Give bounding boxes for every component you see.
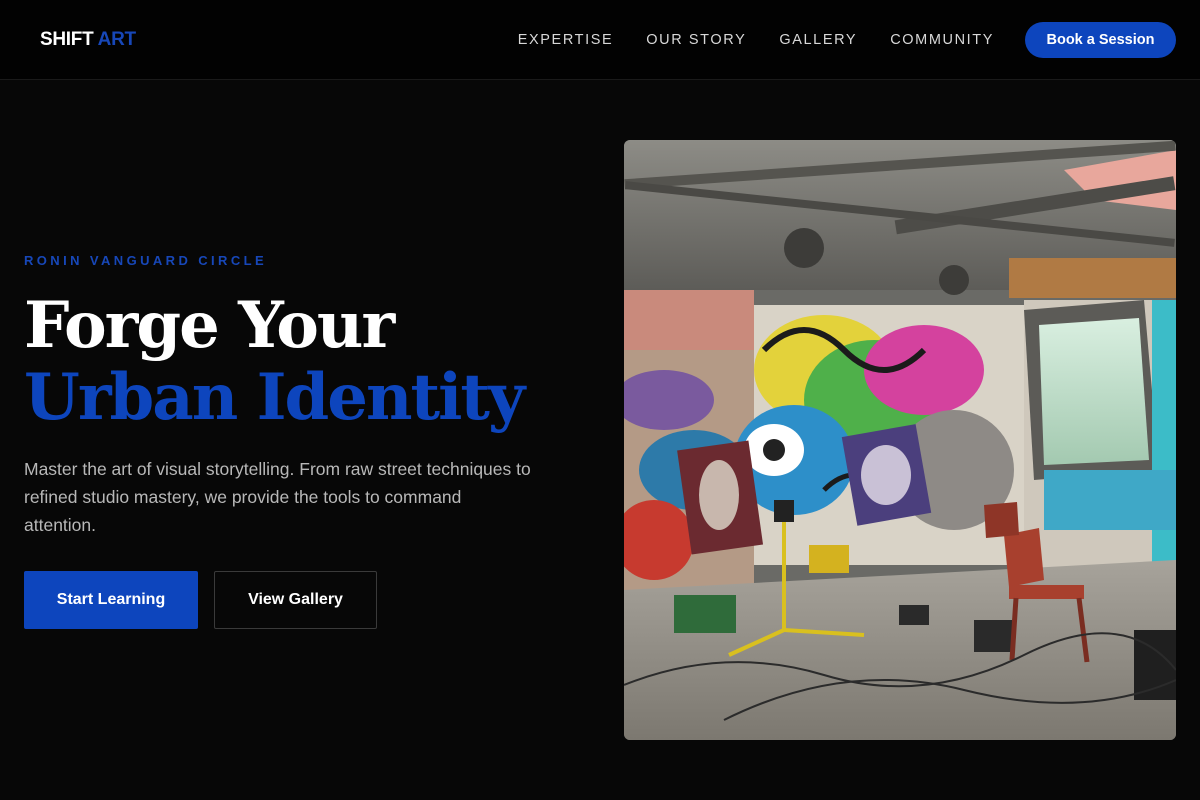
nav-link-expertise[interactable]: EXPERTISE: [518, 31, 614, 49]
hero-eyebrow: RONIN VANGUARD CIRCLE: [24, 253, 268, 268]
hero-headline: Forge Your Urban Identity: [24, 288, 525, 435]
book-session-button[interactable]: Book a Session: [1025, 22, 1176, 58]
start-learning-button[interactable]: Start Learning: [24, 571, 198, 629]
hero-description: Master the art of visual storytelling. F…: [24, 459, 531, 535]
hero-studio-image: [624, 140, 1176, 740]
site-header: SHIFT ART EXPERTISE OUR STORY GALLERY CO…: [0, 0, 1200, 80]
logo-text: SHIFT: [40, 29, 94, 50]
nav-link-community[interactable]: COMMUNITY: [890, 31, 994, 49]
logo-accent-text: ART: [97, 29, 136, 50]
logo[interactable]: SHIFT ART: [40, 29, 136, 51]
nav-link-gallery[interactable]: GALLERY: [779, 31, 857, 49]
hero-headline-line-2: Urban Identity: [24, 360, 525, 435]
view-gallery-button[interactable]: View Gallery: [214, 571, 377, 629]
studio-illustration: [624, 140, 1176, 740]
main-nav: EXPERTISE OUR STORY GALLERY COMMUNITY: [518, 31, 994, 49]
hero-headline-line-1: Forge Your: [24, 288, 395, 363]
nav-link-our-story[interactable]: OUR STORY: [646, 31, 746, 49]
